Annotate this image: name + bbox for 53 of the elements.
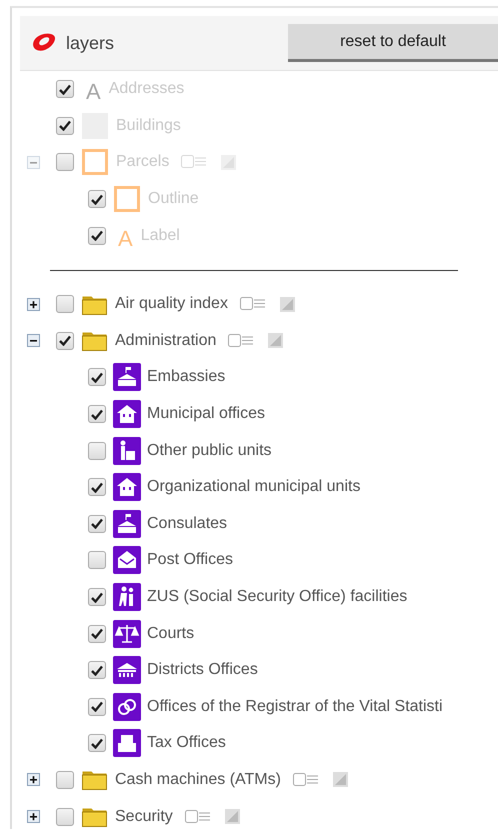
building-flag-icon bbox=[113, 363, 141, 392]
envelope-icon bbox=[113, 546, 141, 574]
layer-name: Air quality index bbox=[115, 295, 228, 314]
checkbox[interactable] bbox=[88, 368, 106, 386]
layer-name: Security bbox=[115, 808, 173, 826]
folder-icon bbox=[82, 330, 107, 352]
expand-icon[interactable] bbox=[27, 298, 40, 311]
house-icon bbox=[113, 473, 141, 502]
layer-name: Embassies bbox=[147, 368, 226, 386]
folder-icon bbox=[82, 806, 107, 828]
checkbox[interactable] bbox=[56, 808, 74, 826]
expand-icon[interactable] bbox=[27, 773, 40, 786]
checkbox[interactable] bbox=[88, 551, 106, 570]
collapse-icon[interactable] bbox=[27, 334, 40, 348]
rings-icon bbox=[113, 692, 141, 721]
layer-name: Administration bbox=[115, 332, 216, 350]
checkbox[interactable] bbox=[88, 442, 106, 460]
checkbox[interactable] bbox=[88, 514, 106, 533]
checkbox[interactable] bbox=[88, 624, 106, 643]
layer-name: Post Offices bbox=[147, 551, 233, 570]
checkbox[interactable] bbox=[88, 405, 106, 424]
reset-button[interactable]: reset to default bbox=[288, 24, 498, 62]
expand-icon[interactable] bbox=[27, 810, 40, 824]
panel-title: layers bbox=[66, 32, 116, 54]
layer-name: Municipal offices bbox=[147, 405, 265, 424]
layer-name: Offices of the Registrar of the Vital Statisti bbox=[147, 698, 443, 716]
checkbox[interactable] bbox=[88, 698, 106, 716]
folder-icon bbox=[82, 294, 107, 315]
layer-name: Tax Offices bbox=[147, 734, 226, 752]
checkbox[interactable] bbox=[88, 661, 106, 680]
checkbox[interactable] bbox=[88, 478, 106, 496]
building-flag-icon bbox=[113, 510, 141, 538]
folder-icon bbox=[82, 769, 107, 790]
checkbox[interactable] bbox=[88, 588, 106, 606]
layer-name: ZUS (Social Security Office) facilities bbox=[147, 588, 408, 606]
scales-icon bbox=[113, 620, 141, 648]
person-desk-icon bbox=[113, 436, 141, 465]
building-icon bbox=[113, 656, 141, 684]
checkbox[interactable] bbox=[56, 332, 74, 350]
house-icon bbox=[113, 400, 141, 428]
text-symbol: A bbox=[118, 228, 133, 250]
layer-name: Courts bbox=[147, 624, 194, 643]
checkbox[interactable] bbox=[88, 734, 106, 752]
office-building-icon bbox=[113, 729, 141, 758]
layer-name: Consulates bbox=[147, 514, 228, 533]
text-symbol: A bbox=[86, 81, 101, 104]
layer-name: Cash machines (ATMs) bbox=[115, 770, 281, 789]
checkbox[interactable] bbox=[56, 295, 74, 314]
checkbox[interactable] bbox=[56, 770, 74, 789]
layer-name: Districts Offices bbox=[147, 661, 258, 680]
people-icon bbox=[113, 583, 141, 612]
layer-name: Other public units bbox=[147, 442, 272, 460]
layer-name: Organizational municipal units bbox=[147, 478, 360, 496]
